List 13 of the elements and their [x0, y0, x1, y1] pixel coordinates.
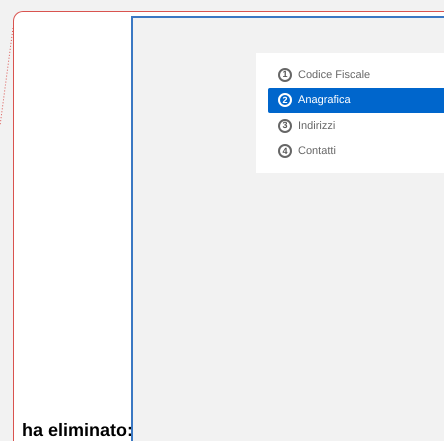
step-number: 3 — [278, 118, 292, 133]
step-label: Indirizzi — [298, 118, 336, 134]
step-label: Contatti — [298, 144, 336, 159]
step-number: 1 — [278, 68, 292, 82]
step-item[interactable]: 3 Indirizzi — [268, 113, 444, 138]
step-label: Anagrafica — [298, 93, 351, 108]
heading: ha eliminato: — [22, 421, 131, 439]
step-label: Codice Fiscale — [298, 68, 370, 82]
step-number: 2 — [278, 93, 292, 108]
step-number: 4 — [278, 144, 292, 158]
step-item[interactable]: 1 Codice Fiscale — [268, 62, 444, 88]
step-item[interactable]: 2 Anagrafica — [268, 88, 444, 113]
step-item[interactable]: 4 Contatti — [268, 138, 444, 164]
